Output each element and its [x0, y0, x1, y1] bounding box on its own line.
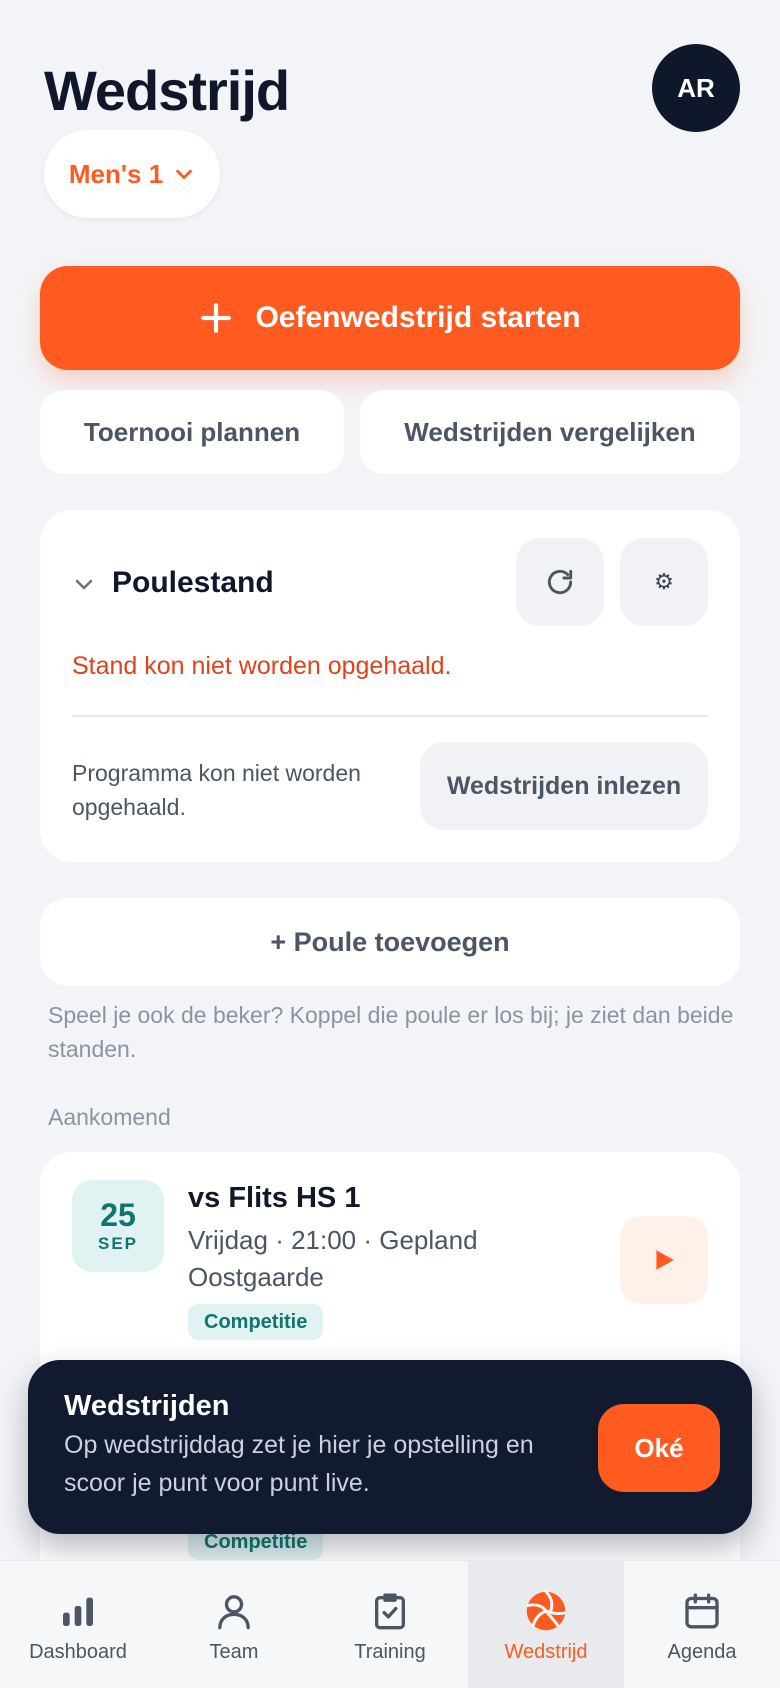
match-tag: Competitie [188, 1304, 324, 1340]
nav-training-label: Training [354, 1640, 426, 1663]
match-details: Vrijdag · 21:00 · Gepland Oostgaarde [188, 1225, 478, 1292]
nav-agenda[interactable]: Agenda [624, 1561, 780, 1688]
start-practice-match-label: Oefenwedstrijd starten [255, 301, 581, 334]
nav-dashboard[interactable]: Dashboard [0, 1561, 156, 1688]
avatar[interactable]: AR [652, 44, 740, 132]
import-matches-button[interactable]: Wedstrijden inlezen [420, 742, 708, 830]
nav-wedstrijd[interactable]: Wedstrijd [468, 1561, 624, 1688]
refresh-button[interactable] [516, 538, 604, 626]
volleyball-icon [522, 1587, 570, 1635]
upcoming-label: Aankomend [48, 1104, 171, 1130]
toast-body: Op wedstrijddag zet je hier je opstellin… [64, 1431, 534, 1497]
gear-icon: ⚙ [654, 569, 674, 594]
play-button[interactable] [620, 1216, 708, 1304]
page-title: Wedstrijd [44, 59, 290, 122]
team-selector[interactable]: Men's 1 [44, 130, 220, 218]
nav-training[interactable]: Training [312, 1561, 468, 1688]
bottom-nav: Dashboard Team Training Wedstrijd Agenda [0, 1560, 780, 1688]
settings-button[interactable]: ⚙ [620, 538, 708, 626]
toast-title: Wedstrijden [64, 1390, 230, 1422]
user-icon [210, 1587, 258, 1635]
chevron-down-icon[interactable] [72, 572, 96, 596]
refresh-icon [547, 569, 573, 595]
calendar-icon [678, 1587, 726, 1635]
divider [72, 715, 708, 717]
match-opponent: vs Flits HS 1 [188, 1182, 361, 1214]
nav-wedstrijd-label: Wedstrijd [504, 1640, 588, 1663]
team-selector-label: Men's 1 [68, 158, 164, 189]
match-day: 25 [100, 1197, 136, 1233]
clipboard-check-icon [366, 1587, 414, 1635]
nav-team-label: Team [209, 1640, 259, 1663]
plan-tournament-button[interactable]: Toernooi plannen [40, 390, 344, 474]
toast-ok-button[interactable]: Oké [598, 1404, 720, 1492]
play-icon [656, 1250, 674, 1270]
start-practice-match-button[interactable]: Oefenwedstrijd starten [40, 266, 740, 370]
compare-matches-button[interactable]: Wedstrijden vergelijken [360, 390, 740, 474]
nav-agenda-label: Agenda [667, 1640, 737, 1663]
chevron-down-icon [176, 169, 192, 180]
standings-error: Stand kon niet worden opgehaald. [72, 652, 452, 680]
plus-icon [201, 303, 232, 333]
match-month: SEP [97, 1234, 139, 1253]
add-poule-hint: Speel je ook de beker? Koppel die poule … [48, 1002, 734, 1062]
program-error: Programma kon niet worden opgehaald. [72, 760, 361, 820]
nav-dashboard-label: Dashboard [29, 1640, 127, 1663]
match-date: 25 SEP [72, 1180, 164, 1272]
poule-title[interactable]: Poulestand [112, 566, 274, 600]
add-poule-button[interactable]: + Poule toevoegen [40, 898, 740, 986]
nav-team[interactable]: Team [156, 1561, 312, 1688]
bar-chart-icon [54, 1587, 102, 1635]
